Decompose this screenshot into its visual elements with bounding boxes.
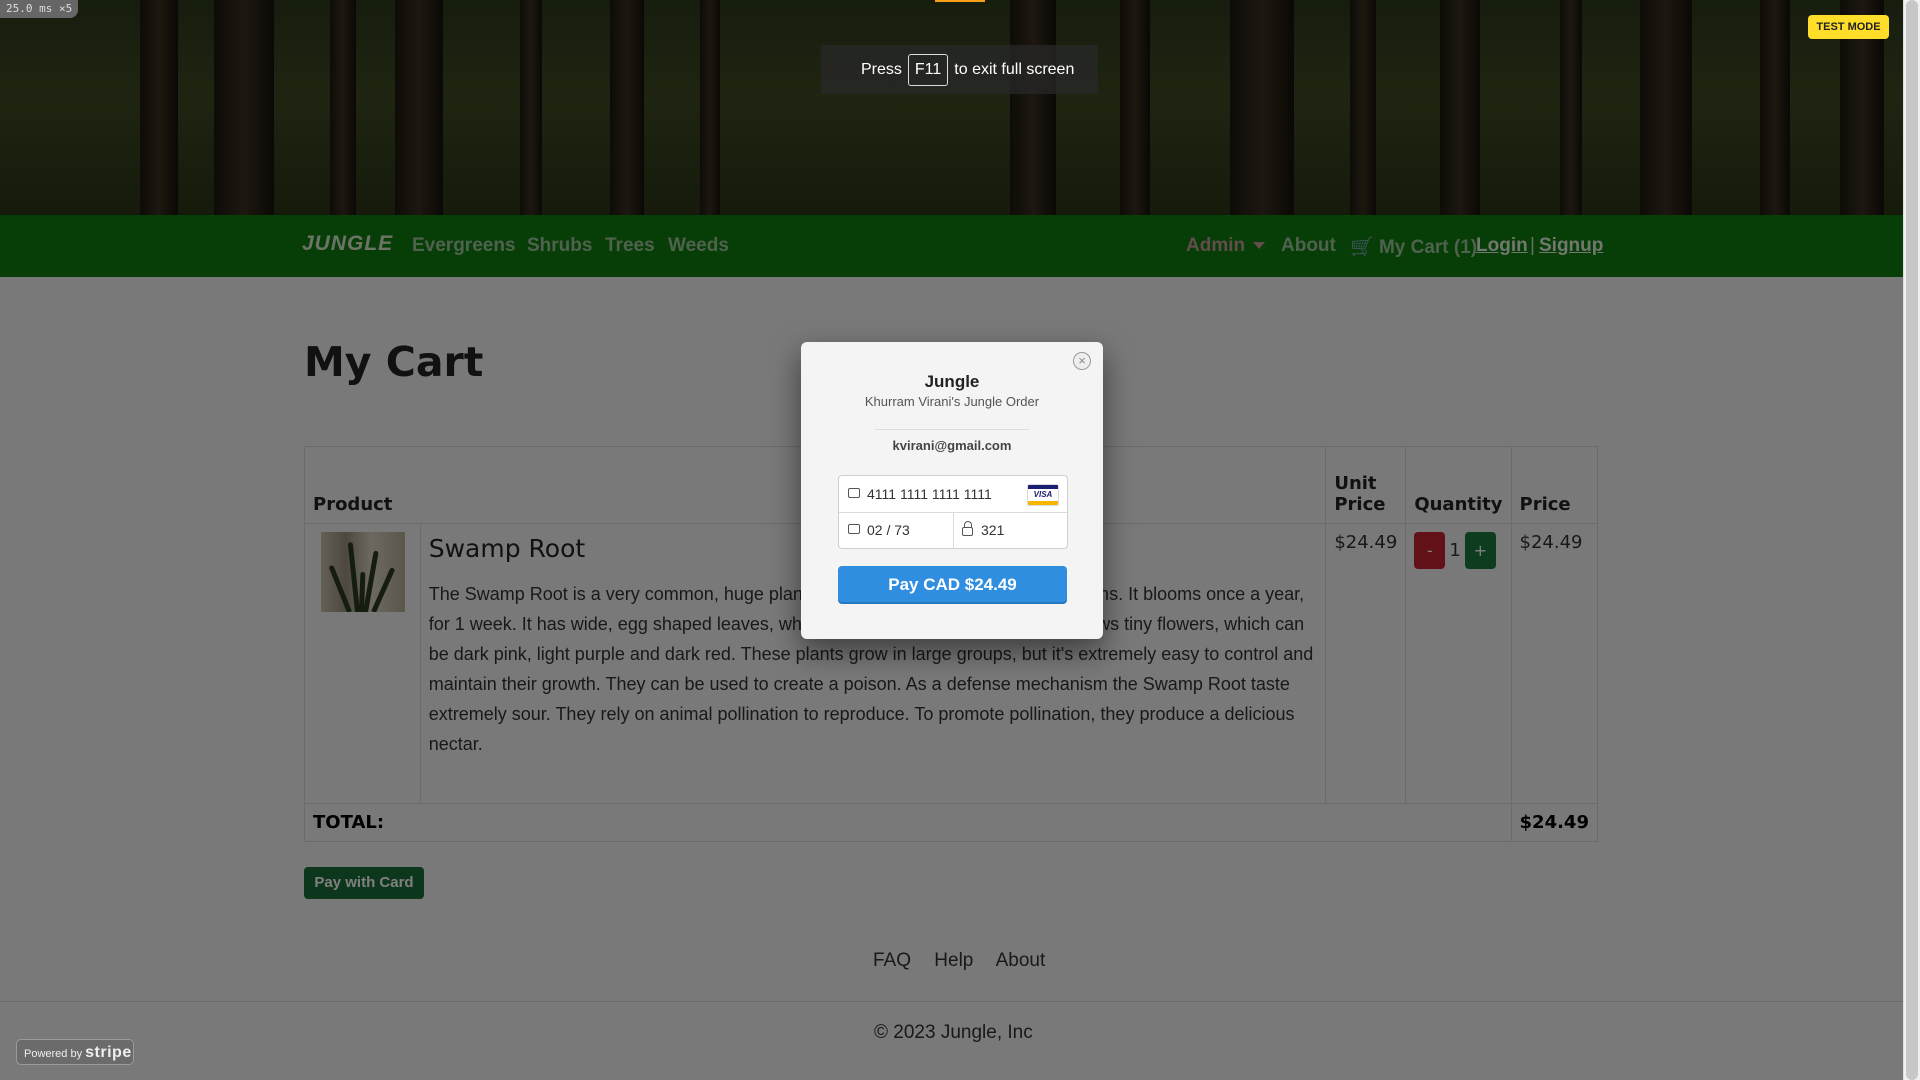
card-number-field[interactable]: 4111 1111 1111 1111 VISA xyxy=(839,476,1067,513)
cvc-field[interactable]: 321 xyxy=(953,512,1067,548)
visa-icon: VISA xyxy=(1027,484,1059,506)
checkout-subtitle: Khurram Virani's Jungle Order xyxy=(864,394,1040,409)
test-mode-badge: TEST MODE xyxy=(1808,15,1889,39)
f11-key: F11 xyxy=(907,54,949,86)
perf-counter: 25.0 ms ×5 xyxy=(0,0,78,18)
card-secondary-row: 02 / 73 321 xyxy=(839,512,1067,548)
scrollbar[interactable] xyxy=(1903,0,1920,1080)
scrollbar-thumb[interactable] xyxy=(1906,0,1918,1080)
expiry-value: 02 / 73 xyxy=(867,522,910,538)
checkout-divider xyxy=(875,429,1029,430)
cvc-value: 321 xyxy=(981,522,1005,538)
checkout-pay-button[interactable]: Pay CAD $24.49 xyxy=(838,566,1067,604)
powered-by-stripe[interactable]: Powered by stripe xyxy=(16,1039,134,1065)
checkout-modal: × Jungle Khurram Virani's Jungle Order k… xyxy=(801,342,1103,639)
expiry-field[interactable]: 02 / 73 xyxy=(839,512,954,548)
card-number-value: 4111 1111 1111 1111 xyxy=(867,486,992,502)
fullscreen-notice: Press F11 to exit full screen xyxy=(821,45,1098,94)
close-icon[interactable]: × xyxy=(1073,352,1091,370)
top-indicator xyxy=(935,0,985,2)
stripe-logo: stripe xyxy=(85,1044,132,1061)
checkout-title: Jungle xyxy=(924,372,980,391)
visa-label: VISA xyxy=(1033,490,1053,499)
powered-by-label: Powered by xyxy=(24,1048,83,1060)
checkout-email[interactable]: kvirani@gmail.com xyxy=(801,438,1103,453)
fullscreen-press: Press xyxy=(861,61,902,78)
card-details-box: 4111 1111 1111 1111 VISA 02 / 73 321 xyxy=(838,475,1068,549)
fullscreen-rest: to exit full screen xyxy=(954,61,1075,78)
